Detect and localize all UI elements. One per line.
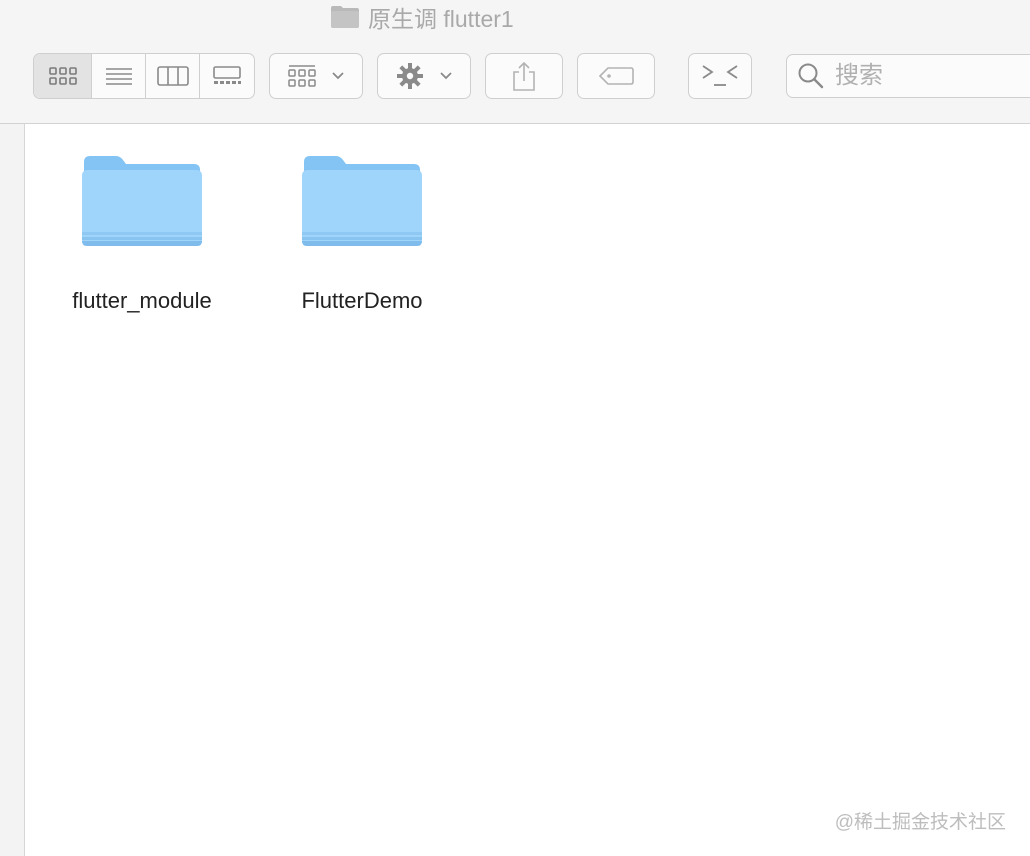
- finder-toolbar: 原生调 flutter1: [0, 0, 1030, 124]
- group-grid-icon: [288, 65, 316, 87]
- tag-icon: [598, 67, 634, 85]
- column-view-button[interactable]: [146, 54, 200, 98]
- share-icon: [513, 61, 535, 91]
- folder-name: flutter_module: [72, 288, 212, 313]
- tag-button[interactable]: [577, 53, 655, 99]
- gallery-view-icon: [213, 66, 241, 84]
- window-title: 原生调 flutter1: [330, 2, 514, 32]
- sidebar-edge: [0, 124, 25, 856]
- search-icon: [798, 63, 824, 89]
- list-view-button[interactable]: [92, 54, 146, 98]
- chevron-down-icon: [440, 72, 452, 80]
- folder-icon: [331, 6, 359, 28]
- chevron-down-icon: [332, 72, 344, 80]
- gallery-view-button[interactable]: [200, 54, 254, 98]
- folder-icon: [302, 156, 422, 246]
- folder-item[interactable]: flutter_module: [42, 152, 242, 322]
- search-field[interactable]: [786, 54, 1030, 98]
- open-terminal-button[interactable]: [688, 53, 752, 99]
- window-title-text: 原生调 flutter1: [368, 6, 514, 32]
- list-view-icon: [105, 68, 132, 85]
- watermark-text: @稀土掘金技术社区: [834, 812, 1006, 833]
- column-view-icon: [156, 66, 189, 86]
- icon-view-button[interactable]: [34, 54, 92, 98]
- share-button[interactable]: [485, 53, 563, 99]
- search-input[interactable]: [833, 61, 1027, 91]
- gear-icon: [397, 63, 423, 89]
- icon-view-icon: [48, 67, 77, 85]
- action-menu-button[interactable]: [377, 53, 471, 99]
- folder-icon: [82, 156, 202, 246]
- group-by-button[interactable]: [269, 53, 363, 99]
- view-mode-control: [33, 53, 255, 99]
- folder-name: FlutterDemo: [301, 288, 423, 313]
- folder-item[interactable]: FlutterDemo: [262, 152, 462, 322]
- file-browser-area[interactable]: flutter_module FlutterDemo @稀土掘金技术社区: [25, 124, 1030, 856]
- terminal-icon: [702, 65, 738, 86]
